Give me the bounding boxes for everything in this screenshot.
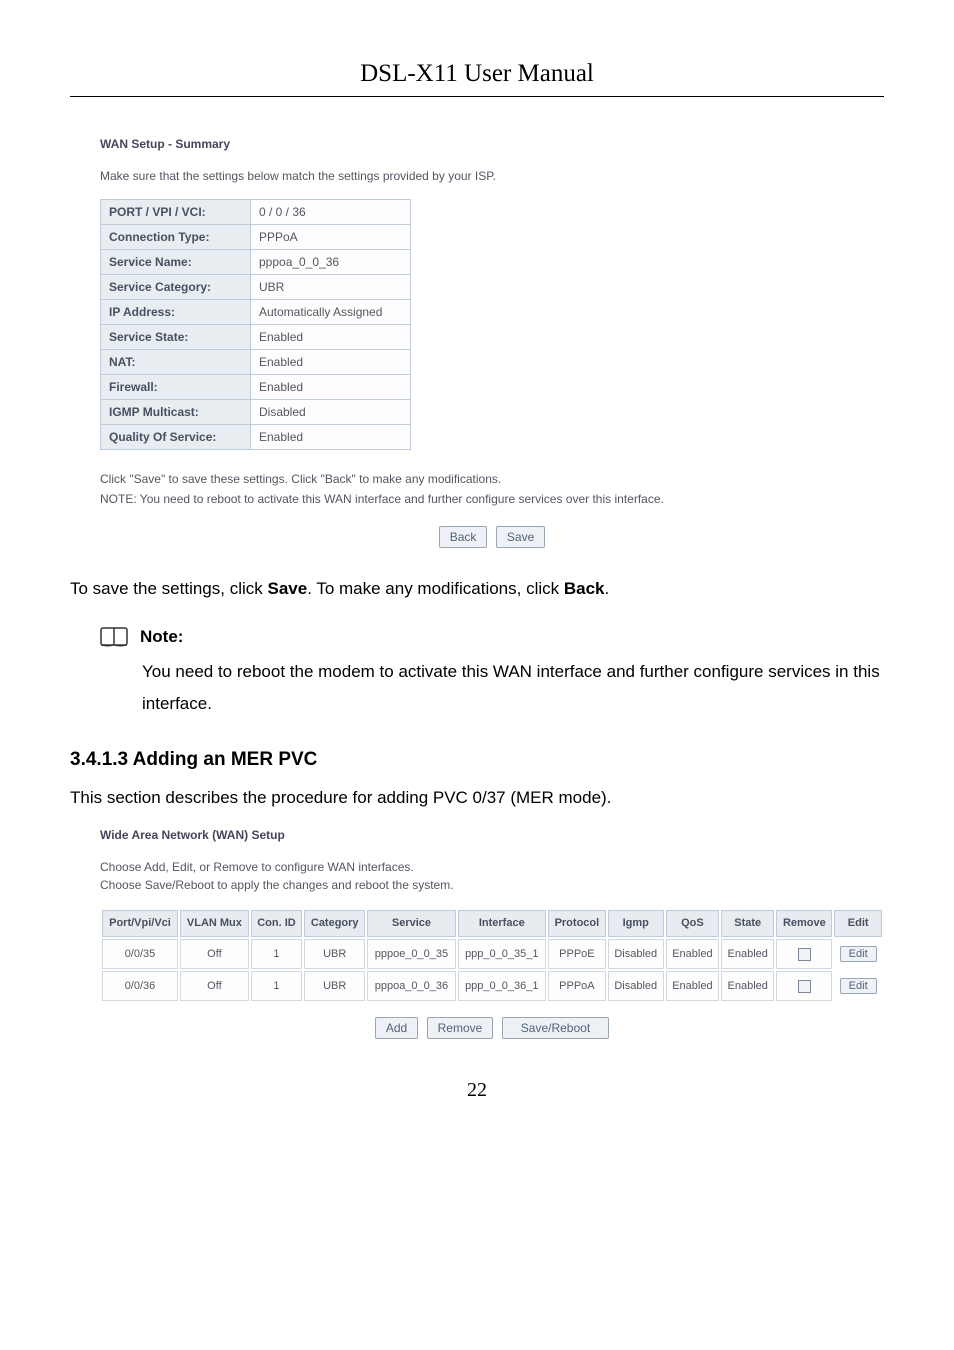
text-bold: Save — [267, 579, 307, 598]
kv-val: UBR — [251, 275, 411, 300]
text: . To make any modifications, click — [307, 579, 564, 598]
kv-val: Enabled — [251, 375, 411, 400]
cell-svc: pppoa_0_0_36 — [367, 971, 455, 1001]
cell-remove — [776, 939, 832, 969]
cell-qos: Enabled — [666, 939, 719, 969]
kv-key: PORT / VPI / VCI: — [101, 200, 251, 225]
remove-checkbox[interactable] — [798, 980, 811, 993]
cell-proto: PPPoA — [548, 971, 606, 1001]
save-reboot-button[interactable]: Save/Reboot — [502, 1017, 609, 1039]
col-qos: QoS — [666, 910, 719, 938]
kv-key: NAT: — [101, 350, 251, 375]
section-heading: 3.4.1.3 Adding an MER PVC — [70, 749, 884, 771]
save-instruction: To save the settings, click Save. To mak… — [70, 576, 884, 602]
col-state: State — [721, 910, 774, 938]
kv-key: IP Address: — [101, 300, 251, 325]
col-proto: Protocol — [548, 910, 606, 938]
note-body: You need to reboot the modem to activate… — [142, 656, 884, 719]
cell-qos: Enabled — [666, 971, 719, 1001]
kv-val: Enabled — [251, 425, 411, 450]
kv-val: 0 / 0 / 36 — [251, 200, 411, 225]
add-button[interactable]: Add — [375, 1017, 418, 1039]
col-iface: Interface — [458, 910, 546, 938]
kv-val: Enabled — [251, 350, 411, 375]
cell-state: Enabled — [721, 971, 774, 1001]
col-edit: Edit — [834, 910, 882, 938]
cell-svc: pppoe_0_0_35 — [367, 939, 455, 969]
text-bold: Back — [564, 579, 605, 598]
document-title: DSL-X11 User Manual — [70, 60, 884, 97]
kv-key: Service Category: — [101, 275, 251, 300]
table-row: 0/0/36 Off 1 UBR pppoa_0_0_36 ppp_0_0_36… — [102, 971, 882, 1001]
remove-checkbox[interactable] — [798, 948, 811, 961]
col-vlan: VLAN Mux — [180, 910, 249, 938]
wan-table: Port/Vpi/Vci VLAN Mux Con. ID Category S… — [100, 908, 884, 1004]
summary-footer2: NOTE: You need to reboot to activate thi… — [100, 490, 884, 508]
book-icon — [100, 626, 128, 648]
wan-setup-desc2: Choose Save/Reboot to apply the changes … — [100, 876, 884, 894]
wan-setup-title: Wide Area Network (WAN) Setup — [100, 828, 884, 842]
kv-val: pppoa_0_0_36 — [251, 250, 411, 275]
cell-vlan: Off — [180, 939, 249, 969]
col-igmp: Igmp — [608, 910, 664, 938]
col-cat: Category — [304, 910, 365, 938]
kv-val: PPPoA — [251, 225, 411, 250]
wan-summary-desc: Make sure that the settings below match … — [100, 167, 884, 185]
col-con: Con. ID — [251, 910, 302, 938]
cell-proto: PPPoE — [548, 939, 606, 969]
col-svc: Service — [367, 910, 455, 938]
cell-con: 1 — [251, 971, 302, 1001]
kv-val: Automatically Assigned — [251, 300, 411, 325]
page-number: 22 — [70, 1079, 884, 1102]
cell-state: Enabled — [721, 939, 774, 969]
kv-val: Disabled — [251, 400, 411, 425]
table-row: 0/0/35 Off 1 UBR pppoe_0_0_35 ppp_0_0_35… — [102, 939, 882, 969]
back-button[interactable]: Back — [439, 526, 488, 548]
text: To save the settings, click — [70, 579, 267, 598]
remove-button[interactable]: Remove — [427, 1017, 494, 1039]
cell-vlan: Off — [180, 971, 249, 1001]
edit-button[interactable]: Edit — [840, 978, 877, 994]
cell-iface: ppp_0_0_36_1 — [458, 971, 546, 1001]
cell-igmp: Disabled — [608, 971, 664, 1001]
cell-iface: ppp_0_0_35_1 — [458, 939, 546, 969]
kv-key: Service Name: — [101, 250, 251, 275]
cell-port: 0/0/36 — [102, 971, 178, 1001]
kv-key: Connection Type: — [101, 225, 251, 250]
col-port: Port/Vpi/Vci — [102, 910, 178, 938]
cell-igmp: Disabled — [608, 939, 664, 969]
save-button[interactable]: Save — [496, 526, 545, 548]
text: . — [605, 579, 610, 598]
kv-key: IGMP Multicast: — [101, 400, 251, 425]
section-desc: This section describes the procedure for… — [70, 785, 884, 811]
edit-button[interactable]: Edit — [840, 946, 877, 962]
cell-cat: UBR — [304, 971, 365, 1001]
kv-key: Quality Of Service: — [101, 425, 251, 450]
note-title: Note: — [140, 627, 183, 647]
cell-port: 0/0/35 — [102, 939, 178, 969]
summary-table: PORT / VPI / VCI:0 / 0 / 36 Connection T… — [100, 199, 411, 450]
col-remove: Remove — [776, 910, 832, 938]
kv-key: Firewall: — [101, 375, 251, 400]
cell-cat: UBR — [304, 939, 365, 969]
cell-con: 1 — [251, 939, 302, 969]
wan-setup-desc1: Choose Add, Edit, or Remove to configure… — [100, 858, 884, 876]
kv-key: Service State: — [101, 325, 251, 350]
cell-remove — [776, 971, 832, 1001]
summary-footer1: Click "Save" to save these settings. Cli… — [100, 470, 884, 488]
kv-val: Enabled — [251, 325, 411, 350]
wan-summary-title: WAN Setup - Summary — [100, 137, 884, 151]
